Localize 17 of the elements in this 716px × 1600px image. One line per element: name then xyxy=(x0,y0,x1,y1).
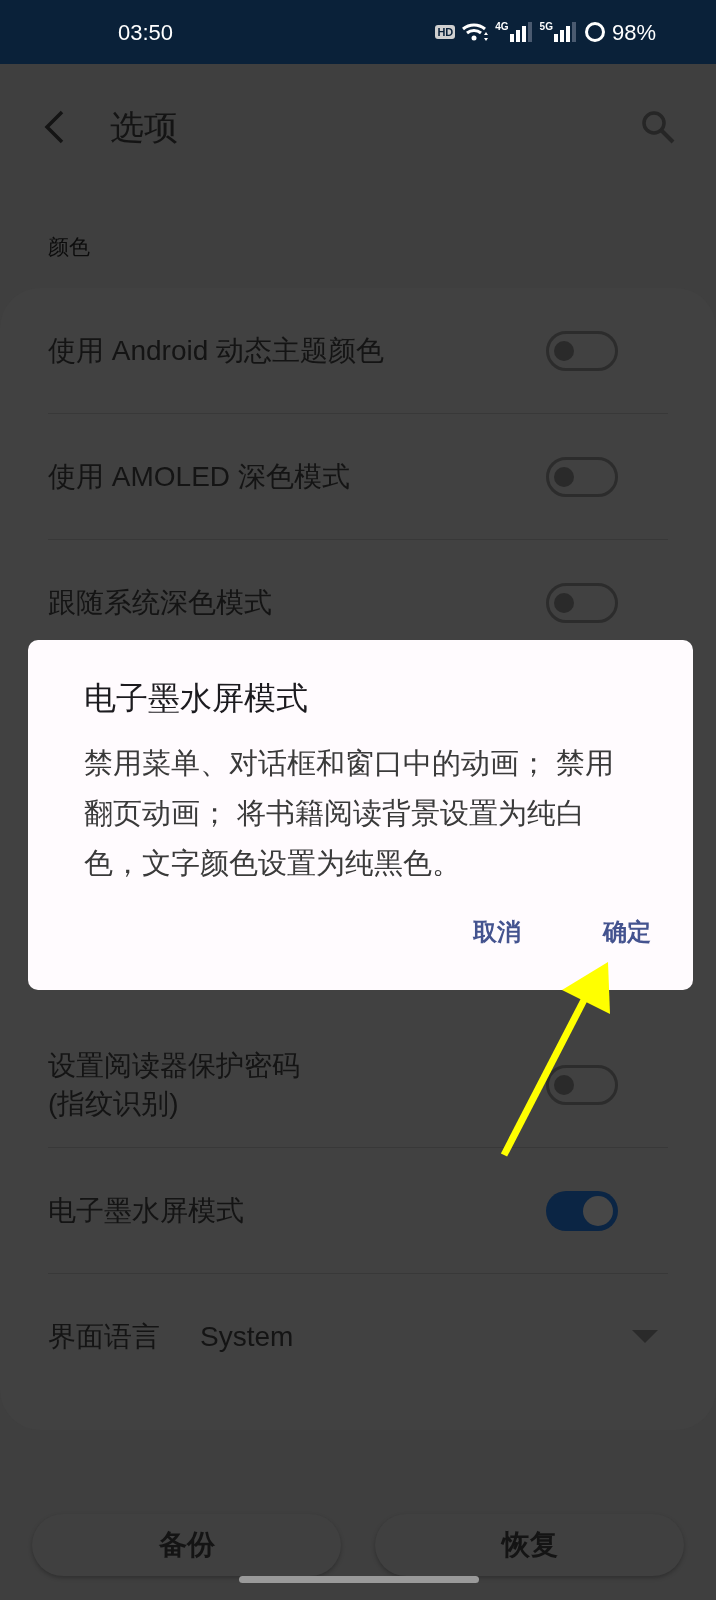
home-indicator[interactable] xyxy=(239,1576,479,1583)
toggle-switch[interactable] xyxy=(546,1190,618,1231)
dialog-message: 禁用菜单、对话框和窗口中的动画； 禁用翻页动画； 将书籍阅读背景设置为纯白色，文字颜色设置为纯黑色。 xyxy=(84,746,616,881)
battery-percent: 98% xyxy=(611,18,656,47)
wifi-icon xyxy=(461,21,490,43)
signal-icon xyxy=(509,22,534,42)
signal-icon xyxy=(553,22,578,42)
search-icon[interactable] xyxy=(640,109,676,145)
network-label: 5G xyxy=(539,22,553,32)
dialog-title: 电子墨水屏模式 xyxy=(84,679,309,718)
battery-ring-icon xyxy=(583,21,606,43)
toggle-switch[interactable] xyxy=(546,1064,618,1105)
clock-time: 03:50 xyxy=(118,18,174,47)
network-label: 4G xyxy=(495,22,509,32)
dialog-button[interactable]: 取消 xyxy=(457,908,537,956)
hd-indicator: HD xyxy=(435,25,456,39)
dialog-button[interactable]: 确定 xyxy=(587,908,667,956)
